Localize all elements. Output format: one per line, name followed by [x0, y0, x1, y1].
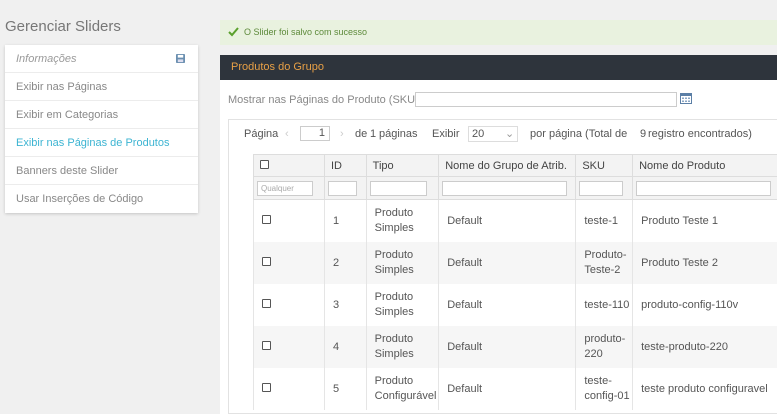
- column-header[interactable]: SKU: [575, 154, 633, 177]
- row-checkbox[interactable]: [262, 214, 271, 224]
- cell-tipo: Produto Simples: [365, 199, 439, 242]
- products-panel: Produtos do Grupo Mostrar nas Páginas do…: [220, 55, 777, 414]
- calendar-icon[interactable]: [680, 93, 692, 104]
- table-row[interactable]: 3 Produto Simples Default teste-110 produ…: [253, 284, 777, 326]
- product-grid: Página ‹ 1 › de 1 páginas Exibir 20 ⌄ po…: [228, 119, 777, 414]
- select-all-header: [253, 154, 325, 177]
- pager-page-label: Página: [244, 128, 279, 140]
- cell-sku: teste-110: [575, 284, 633, 326]
- sidebar-title: Gerenciar Sliders: [5, 18, 121, 35]
- filter-any-select[interactable]: Qualquer: [257, 180, 313, 196]
- page-input[interactable]: 1: [300, 126, 330, 141]
- cell-tipo: Produto Simples: [365, 284, 439, 326]
- cell-grupo: Default: [438, 326, 576, 368]
- row-checkbox[interactable]: [262, 298, 271, 308]
- pager-total-pages: 1: [370, 128, 377, 140]
- sidebar-item-exibir-paginas-produtos[interactable]: Exibir nas Páginas de Produtos: [5, 129, 198, 157]
- sidebar-item-insercoes-codigo[interactable]: Usar Inserções de Código: [5, 185, 198, 213]
- pager-pages-label: páginas: [379, 128, 418, 140]
- per-page-label: por página (Total de: [530, 128, 628, 140]
- records-label: registro encontrados): [648, 128, 752, 140]
- cell-id: 1: [323, 199, 367, 242]
- table-row[interactable]: 4 Produto Simples Default produto- 220 tes…: [253, 326, 777, 368]
- row-checkbox[interactable]: [262, 382, 271, 392]
- sidebar-item-exibir-paginas[interactable]: Exibir nas Páginas: [5, 73, 198, 101]
- sku-input[interactable]: [415, 92, 677, 107]
- cell-sku: teste-config-01: [575, 368, 633, 410]
- cell-id: 5: [323, 368, 367, 410]
- sidebar-item-label: Informações: [16, 53, 77, 65]
- filter-row: Qualquer: [253, 176, 777, 200]
- per-page-select[interactable]: 20 ⌄: [468, 126, 518, 142]
- pager-show-label: Exibir: [432, 128, 460, 140]
- cell-id: 2: [323, 242, 367, 284]
- pager-of-label: de: [355, 128, 368, 140]
- cell-sku: teste-1: [575, 199, 633, 242]
- table-row[interactable]: 1 Produto Simples Default teste-1 Produto…: [253, 199, 777, 242]
- sku-filter-row: Mostrar nas Páginas do Produto (SKU): [228, 92, 777, 108]
- per-page-value: 20: [472, 128, 485, 140]
- cell-id: 3: [323, 284, 367, 326]
- save-icon[interactable]: [176, 54, 185, 63]
- cell-tipo: Produto Configurável: [365, 368, 439, 410]
- cell-nome: produto-config-110v: [632, 284, 777, 326]
- row-checkbox[interactable]: [262, 256, 271, 266]
- filter-sku-input[interactable]: [579, 180, 624, 196]
- cell-sku: Produto- Teste-2: [575, 242, 633, 284]
- cell-nome: Produto Teste 2: [632, 242, 777, 284]
- success-text: O Slider foi salvo com sucesso: [244, 27, 368, 37]
- column-header[interactable]: Nome do Produto: [632, 154, 777, 177]
- cell-nome: teste produto configuravel: [632, 368, 777, 410]
- sidebar-item-banners[interactable]: Banners deste Slider: [5, 157, 198, 185]
- cell-grupo: Default: [438, 199, 576, 242]
- sidebar-item-exibir-categorias[interactable]: Exibir em Categorias: [5, 101, 198, 129]
- cell-id: 4: [323, 326, 367, 368]
- chevron-down-icon: ⌄: [505, 128, 515, 140]
- products-table: ID Tipo Nome do Grupo de Atrib. SKU Nome…: [253, 154, 777, 410]
- select-all-checkbox[interactable]: [260, 159, 269, 169]
- check-icon: [228, 27, 239, 37]
- column-header[interactable]: Nome do Grupo de Atrib.: [438, 154, 576, 177]
- sku-label: Mostrar nas Páginas do Produto (SKU): [228, 94, 419, 106]
- cell-grupo: Default: [438, 284, 576, 326]
- cell-sku: produto- 220: [575, 326, 633, 368]
- sidebar-item-informacoes[interactable]: Informações: [5, 45, 198, 73]
- cell-grupo: Default: [438, 368, 576, 410]
- table-row[interactable]: 2 Produto Simples Default Produto- Teste-2…: [253, 242, 777, 284]
- filter-nome-input[interactable]: [636, 180, 772, 196]
- cell-grupo: Default: [438, 242, 576, 284]
- cell-tipo: Produto Simples: [365, 326, 439, 368]
- cell-nome: Produto Teste 1: [632, 199, 777, 242]
- next-page-icon[interactable]: ›: [340, 125, 344, 143]
- cell-nome: teste-produto-220: [632, 326, 777, 368]
- success-message: O Slider foi salvo com sucesso: [220, 20, 777, 45]
- row-checkbox[interactable]: [262, 340, 271, 350]
- filter-grupo-input[interactable]: [442, 180, 568, 196]
- prev-page-icon[interactable]: ‹: [285, 125, 289, 143]
- total-records: 9: [640, 128, 647, 140]
- cell-tipo: Produto Simples: [365, 242, 439, 284]
- filter-tipo-input[interactable]: [369, 180, 427, 196]
- column-header[interactable]: ID: [323, 154, 367, 177]
- panel-title: Produtos do Grupo: [220, 55, 777, 80]
- filter-id-input[interactable]: [327, 180, 357, 196]
- column-header[interactable]: Tipo: [365, 154, 439, 177]
- table-row[interactable]: 5 Produto Configurável Default teste-conf…: [253, 368, 777, 410]
- sidebar-menu: Informações Exibir nas Páginas Exibir em…: [5, 45, 198, 213]
